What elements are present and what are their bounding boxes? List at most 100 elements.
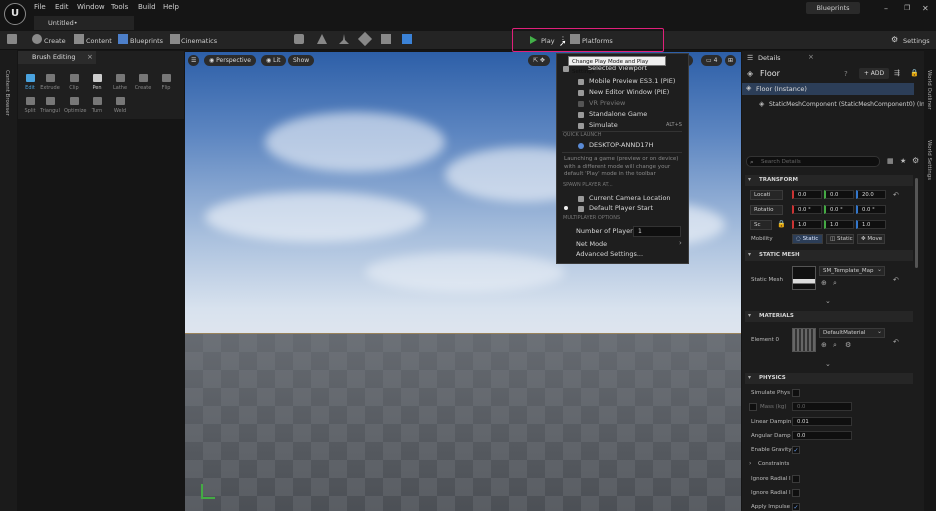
expand-arrow-icon[interactable]: › bbox=[749, 460, 751, 467]
settings-icon[interactable]: ⚙ bbox=[891, 35, 898, 44]
modeling-icon[interactable] bbox=[381, 34, 391, 44]
turn-tool[interactable]: Turn bbox=[87, 108, 107, 114]
triangulate-tool[interactable]: Triangul bbox=[40, 108, 60, 114]
menu-mobile-preview[interactable]: Mobile Preview ES3.1 (PIE) bbox=[589, 77, 675, 85]
location-x-field[interactable]: 0.0 bbox=[792, 190, 822, 199]
menu-edit[interactable]: Edit bbox=[55, 3, 69, 11]
brush-editing-tab[interactable]: Brush Editing bbox=[18, 51, 96, 64]
physics-section-header[interactable]: PHYSICS bbox=[745, 373, 913, 384]
location-dropdown[interactable]: Locati bbox=[750, 190, 783, 200]
save-icon[interactable] bbox=[7, 34, 17, 44]
reset-material-icon[interactable]: ↶ bbox=[893, 338, 899, 346]
optimize-tool-icon[interactable] bbox=[70, 97, 79, 105]
menu-default-player-start[interactable]: Default Player Start bbox=[589, 204, 653, 212]
details-tab-close-icon[interactable]: × bbox=[808, 53, 814, 61]
play-button[interactable]: Play bbox=[541, 37, 555, 45]
scale-dropdown[interactable]: Sc bbox=[750, 220, 772, 230]
pen-tool[interactable]: Pen bbox=[87, 85, 107, 91]
apply-impulse-checkbox[interactable]: ✓ bbox=[792, 503, 800, 511]
mobility-stationary-toggle[interactable]: ◫ Static bbox=[826, 234, 854, 244]
menu-device[interactable]: DESKTOP-ANND17H bbox=[589, 141, 653, 149]
mass-override-checkbox[interactable] bbox=[749, 403, 757, 411]
extrude-tool[interactable]: Extrude bbox=[40, 85, 60, 91]
scale-y-field[interactable]: 1.0 bbox=[824, 220, 854, 229]
perspective-button[interactable]: ◉ Perspective bbox=[204, 55, 256, 66]
reset-location-icon[interactable]: ↶ bbox=[893, 191, 899, 199]
menu-vr-preview[interactable]: VR Preview bbox=[589, 99, 625, 107]
browse-search-icon[interactable]: ⌕ bbox=[833, 279, 837, 288]
content-button[interactable]: Content bbox=[86, 37, 112, 45]
add-component-button[interactable]: + ADD bbox=[859, 68, 889, 79]
favorite-star-icon[interactable]: ★ bbox=[900, 157, 906, 165]
maximize-icon[interactable]: ❐ bbox=[904, 4, 910, 12]
expand-advanced-icon[interactable]: ⌄ bbox=[825, 360, 831, 368]
details-settings-icon[interactable]: ⚙ bbox=[912, 156, 919, 165]
linear-damping-field[interactable]: 0.01 bbox=[792, 417, 852, 426]
menu-build[interactable]: Build bbox=[138, 3, 156, 11]
reset-mesh-icon[interactable]: ↶ bbox=[893, 276, 899, 284]
select-mode-icon[interactable] bbox=[294, 34, 304, 44]
clip-tool[interactable]: Clip bbox=[64, 85, 84, 91]
table-view-icon[interactable]: ▦ bbox=[887, 157, 894, 165]
create-tool[interactable]: Create bbox=[133, 85, 153, 91]
actor-name[interactable]: Floor bbox=[760, 69, 780, 78]
minimize-icon[interactable]: – bbox=[884, 4, 888, 13]
edit-tool[interactable]: Edit bbox=[20, 85, 40, 91]
weld-tool-icon[interactable] bbox=[116, 97, 125, 105]
menu-new-editor-window[interactable]: New Editor Window (PIE) bbox=[589, 88, 669, 96]
ignore-radial-force-checkbox[interactable] bbox=[792, 489, 800, 497]
turn-tool-icon[interactable] bbox=[93, 97, 102, 105]
transform-section-header[interactable]: TRANSFORM bbox=[745, 175, 913, 186]
camera-speed-button[interactable]: ▭ 4 bbox=[701, 55, 723, 66]
flip-tool-icon[interactable] bbox=[162, 74, 171, 82]
rotation-x-field[interactable]: 0.0 ° bbox=[792, 205, 822, 214]
angular-damping-field[interactable]: 0.0 bbox=[792, 431, 852, 440]
rotation-y-field[interactable]: 0.0 ° bbox=[824, 205, 854, 214]
static-mesh-dropdown[interactable]: SM_Template_Map bbox=[819, 266, 885, 276]
rotation-z-field[interactable]: 0.0 ° bbox=[856, 205, 886, 214]
static-mesh-section-header[interactable]: STATIC MESH bbox=[745, 250, 913, 261]
settings-button[interactable]: Settings bbox=[903, 37, 930, 45]
mobility-static-toggle[interactable]: ◌ Static bbox=[792, 234, 823, 244]
menu-tools[interactable]: Tools bbox=[111, 3, 128, 11]
split-tool-icon[interactable] bbox=[26, 97, 35, 105]
materials-section-header[interactable]: MATERIALS bbox=[745, 311, 913, 322]
create-tool-icon[interactable] bbox=[139, 74, 148, 82]
static-mesh-component-row[interactable]: StaticMeshComponent (StaticMeshComponent… bbox=[769, 101, 929, 108]
rotation-dropdown[interactable]: Rotatio bbox=[750, 205, 783, 215]
menu-current-camera-location[interactable]: Current Camera Location bbox=[589, 194, 671, 202]
extrude-tool-icon[interactable] bbox=[46, 74, 55, 82]
details-tab[interactable]: Details bbox=[758, 54, 781, 62]
material-dropdown[interactable]: DefaultMaterial bbox=[819, 328, 885, 338]
menu-advanced-settings[interactable]: Advanced Settings... bbox=[576, 250, 643, 258]
menu-file[interactable]: File bbox=[34, 3, 46, 11]
lathe-tool-icon[interactable] bbox=[116, 74, 125, 82]
maximize-viewport-icon[interactable]: ⊞ bbox=[725, 55, 737, 66]
brush-tab-close-icon[interactable]: × bbox=[87, 53, 93, 61]
select-transform-icon[interactable]: ⇱ ✥ bbox=[528, 55, 550, 66]
fracture-icon[interactable] bbox=[402, 34, 412, 44]
close-icon[interactable]: ✕ bbox=[922, 4, 929, 13]
ignore-radial-impulse-checkbox[interactable] bbox=[792, 475, 800, 483]
enable-gravity-checkbox[interactable]: ✓ bbox=[792, 446, 800, 454]
create-button[interactable]: Create bbox=[44, 37, 66, 45]
flip-tool[interactable]: Flip bbox=[156, 85, 176, 91]
lock-icon[interactable]: 🔒 bbox=[910, 69, 919, 77]
scale-x-field[interactable]: 1.0 bbox=[792, 220, 822, 229]
edit-tool-icon[interactable] bbox=[26, 74, 35, 82]
lit-button[interactable]: ◉ Lit bbox=[261, 55, 286, 66]
menu-net-mode[interactable]: Net Mode bbox=[576, 240, 607, 248]
split-tool[interactable]: Split bbox=[20, 108, 40, 114]
location-z-field[interactable]: 20.0 bbox=[856, 190, 886, 199]
mobility-movable-toggle[interactable]: ✥ Move bbox=[857, 234, 885, 244]
instance-row[interactable]: ◈ Floor (Instance) bbox=[742, 83, 914, 95]
use-selected-icon[interactable]: ⊕ bbox=[821, 279, 827, 287]
number-of-players-input[interactable]: 1 bbox=[633, 226, 681, 237]
content-browser-tab[interactable]: Content Browser bbox=[4, 70, 10, 116]
browse-search-icon[interactable]: ⌕ bbox=[833, 341, 837, 350]
clip-tool-icon[interactable] bbox=[70, 74, 79, 82]
platforms-button[interactable]: Platforms bbox=[582, 37, 613, 45]
static-mesh-thumbnail[interactable] bbox=[792, 266, 816, 290]
help-icon[interactable]: ? bbox=[844, 70, 848, 78]
pen-tool-icon[interactable] bbox=[93, 74, 102, 82]
